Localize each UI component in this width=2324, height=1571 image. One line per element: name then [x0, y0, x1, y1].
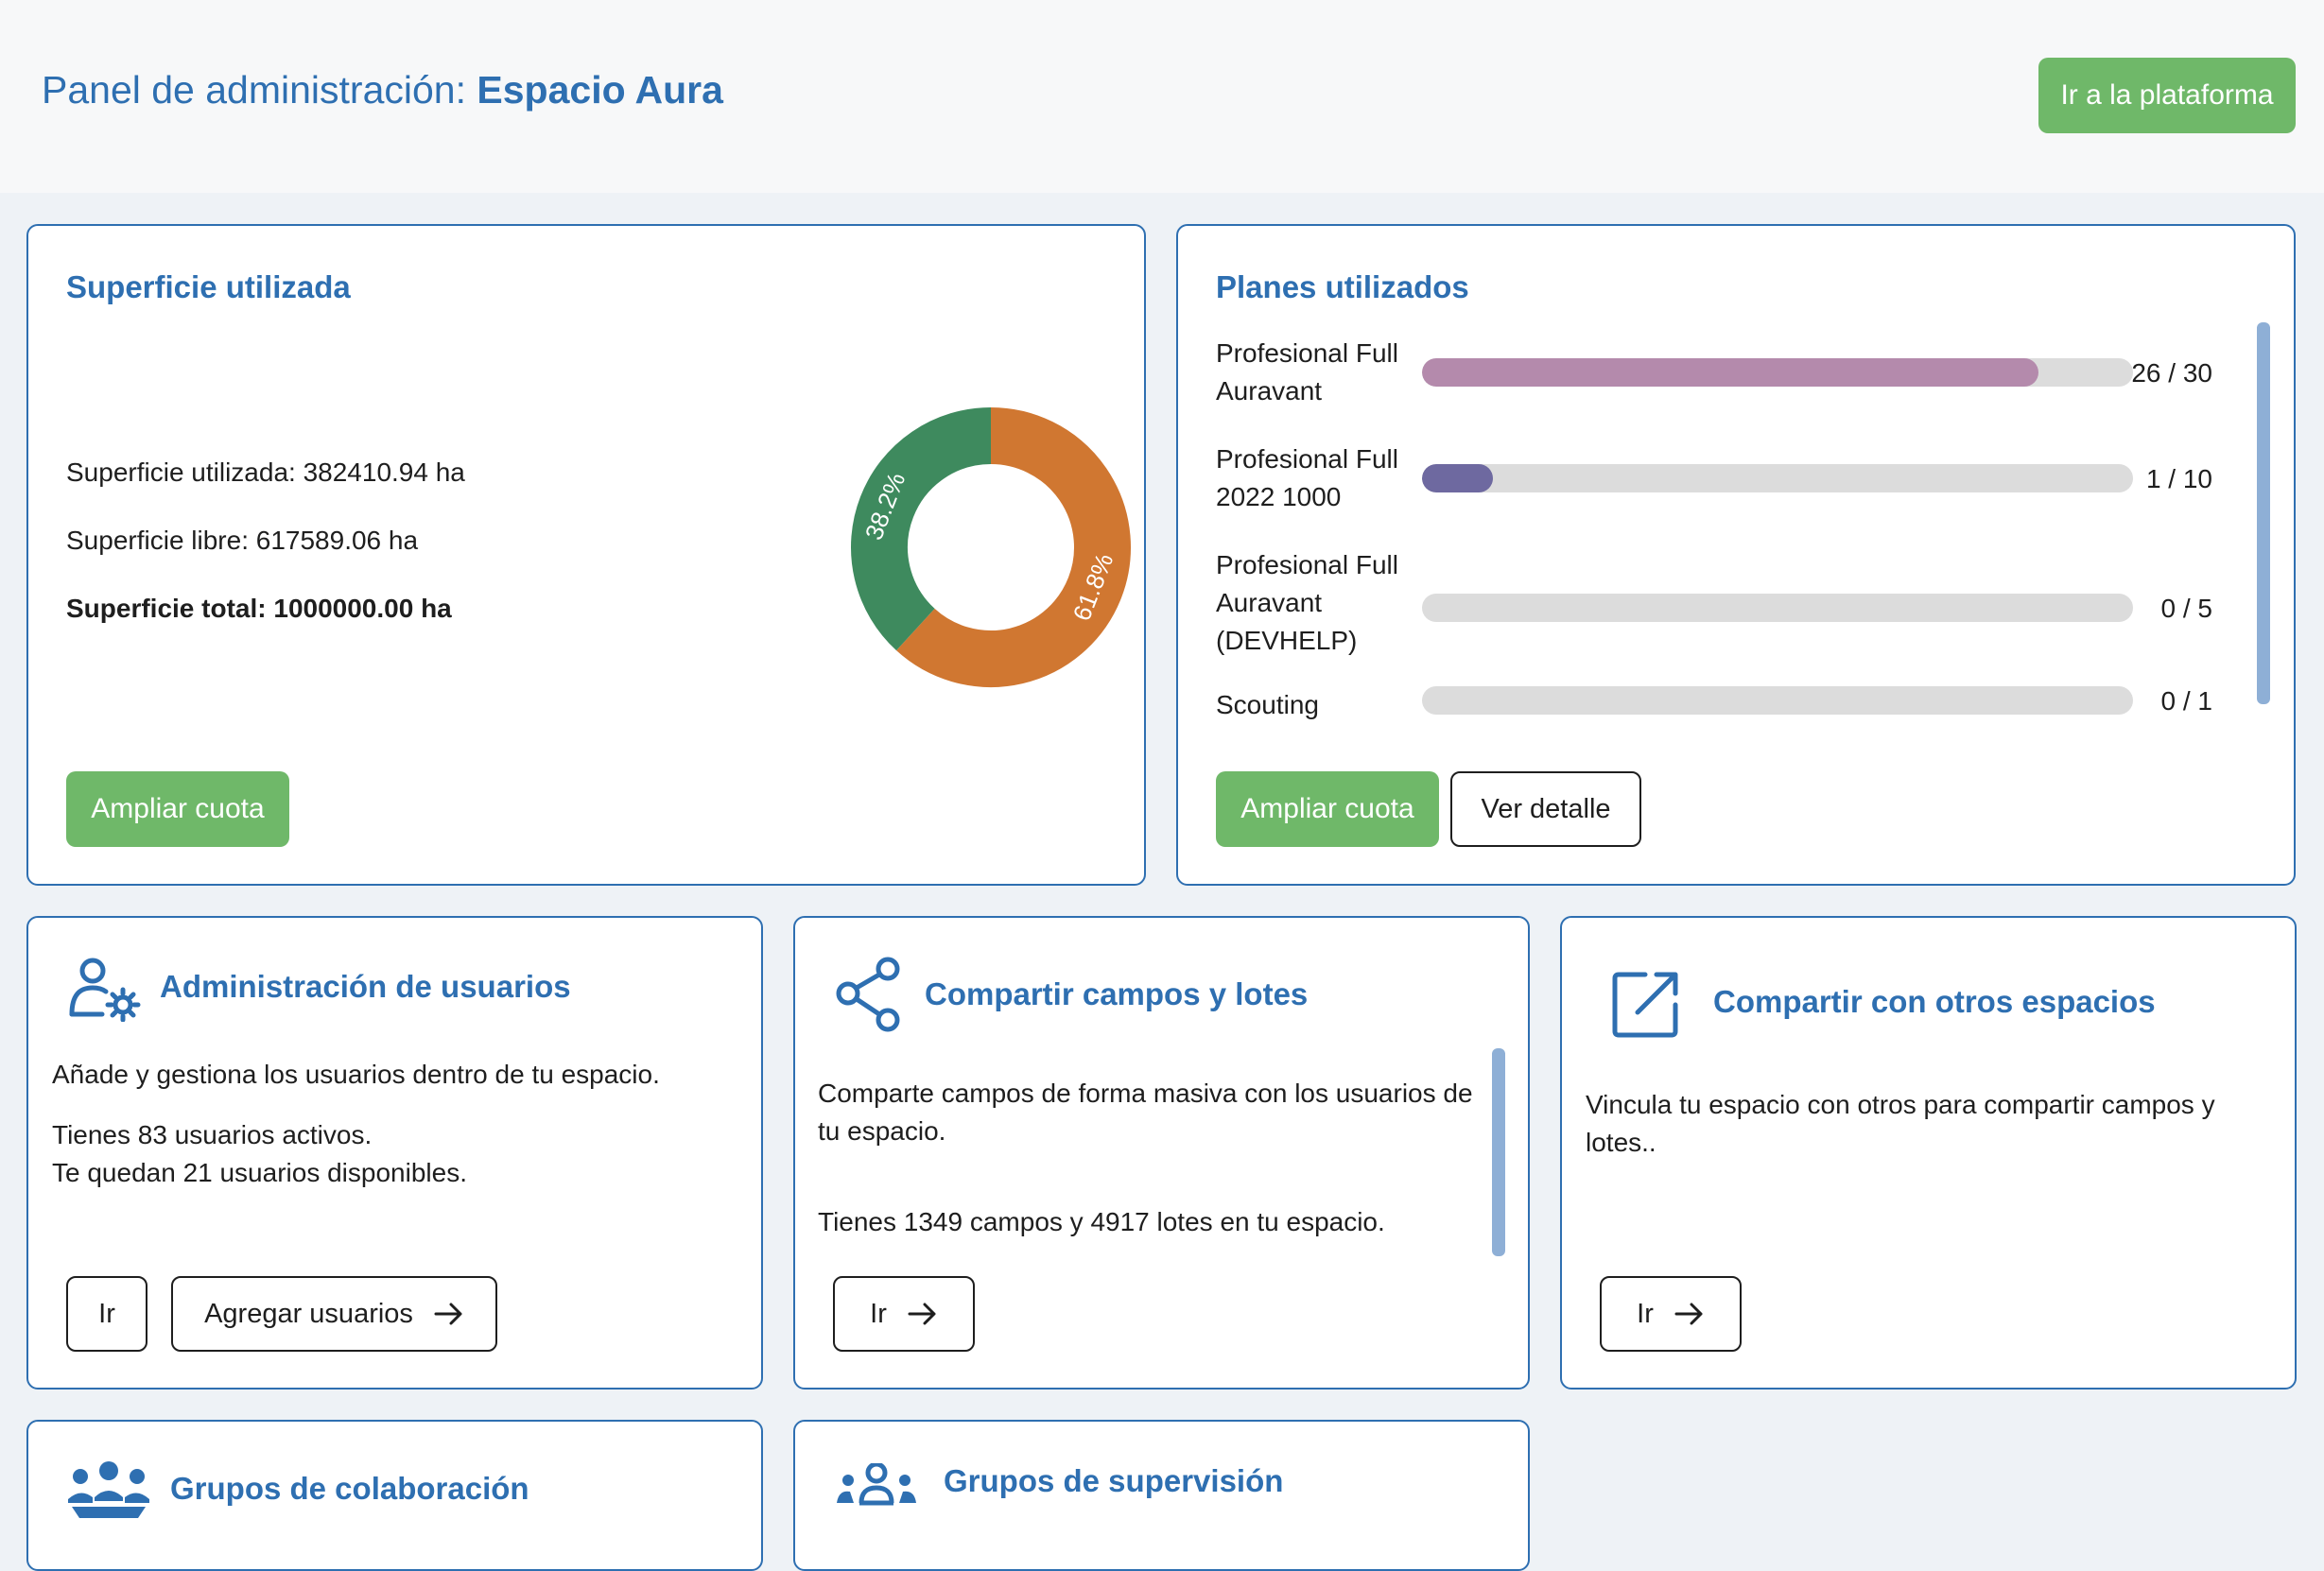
share-fields-stats: Tienes 1349 campos y 4917 lotes en tu es…: [818, 1207, 1385, 1236]
surface-used-text: Superficie utilizada: 382410.94 ha: [66, 457, 465, 487]
surface-used-slice: [851, 407, 992, 651]
plans-expand-quota-button[interactable]: Ampliar cuota: [1216, 771, 1439, 847]
plan-name: Profesional Full Auravant: [1216, 338, 1398, 406]
surface-expand-quota-button[interactable]: Ampliar cuota: [66, 771, 289, 847]
share-fields-go-button[interactable]: Ir: [833, 1276, 975, 1352]
plan-usage-bar: [1422, 686, 2133, 715]
space-name: Espacio Aura: [477, 68, 723, 112]
surface-card-title: Superficie utilizada: [66, 269, 351, 304]
users-active-text: Tienes 83 usuarios activos.: [52, 1120, 373, 1149]
supervision-groups-card: Grupos de supervisión: [793, 1420, 1530, 1571]
share-icon: [836, 957, 900, 1032]
add-users-button[interactable]: Agregar usuarios: [171, 1276, 497, 1352]
add-users-label: Agregar usuarios: [204, 1298, 413, 1329]
page-title: Panel de administración: Espacio Aura: [42, 68, 723, 112]
users-card: Administración de usuarios Añade y gesti…: [26, 916, 763, 1390]
plan-count: 26 / 30: [2131, 358, 2212, 388]
plans-scrollbar[interactable]: [2257, 322, 2270, 704]
supervision-group-icon: [837, 1463, 916, 1506]
share-spaces-go-label: Ir: [1637, 1298, 1654, 1329]
supervision-groups-title: Grupos de supervisión: [944, 1463, 1284, 1498]
plan-usage-fill: [1422, 464, 1494, 492]
share-spaces-card: Compartir con otros espacios Vincula tu …: [1560, 916, 2297, 1390]
plans-list: Profesional Full Auravant 26 / 30 Profesio…: [1216, 335, 2212, 722]
plan-count: 0 / 5: [2160, 594, 2212, 623]
surface-donut-chart: 61.8%38.2%: [851, 407, 1131, 687]
collab-groups-card: Grupos de colaboración: [26, 1420, 763, 1571]
team-icon: [68, 1461, 149, 1518]
arrow-right-icon: [908, 1303, 936, 1325]
share-spaces-go-button[interactable]: Ir: [1600, 1276, 1742, 1352]
share-fields-card-title: Compartir campos y lotes: [925, 976, 1309, 1011]
share-fields-card: Compartir campos y lotes Comparte campos…: [793, 916, 1530, 1390]
plan-count: 1 / 10: [2145, 464, 2212, 493]
share-spaces-description: Vincula tu espacio con otros para compar…: [1586, 1090, 2215, 1157]
arrow-right-icon: [434, 1303, 462, 1325]
plan-row: Profesional Full 2022 1000 1 / 10: [1216, 440, 2212, 554]
external-link-icon: [1612, 972, 1678, 1038]
collab-groups-title: Grupos de colaboración: [170, 1471, 529, 1506]
plan-usage-bar: [1422, 594, 2133, 622]
users-description: Añade y gestiona los usuarios dentro de …: [52, 1060, 660, 1089]
share-fields-description: Comparte campos de forma masiva con los …: [818, 1079, 1473, 1146]
share-spaces-card-title: Compartir con otros espacios: [1713, 984, 2156, 1019]
plan-row: Profesional Full Auravant (DEVHELP) 0 / 5: [1216, 546, 2212, 660]
page-header: Panel de administración: Espacio Aura Ir…: [0, 0, 2324, 193]
plan-row: Profesional Full Auravant 26 / 30: [1216, 335, 2212, 448]
share-fields-go-label: Ir: [870, 1298, 887, 1329]
go-to-platform-button[interactable]: Ir a la plataforma: [2038, 58, 2296, 133]
plan-usage-bar: [1422, 464, 2133, 492]
view-detail-button[interactable]: Ver detalle: [1450, 771, 1641, 847]
plan-count: 0 / 1: [2160, 686, 2212, 716]
share-fields-scrollbar[interactable]: [1492, 1048, 1505, 1256]
plans-card: Planes utilizados Profesional Full Aurav…: [1176, 224, 2296, 886]
surface-free-text: Superficie libre: 617589.06 ha: [66, 526, 419, 555]
plan-usage-bar: [1422, 358, 2133, 387]
user-settings-icon: [69, 958, 141, 1022]
plan-usage-fill: [1422, 358, 2038, 387]
arrow-right-icon: [1674, 1303, 1703, 1325]
plan-name: Profesional Full 2022 1000: [1216, 444, 1398, 511]
surface-total-text: Superficie total: 1000000.00 ha: [66, 594, 452, 623]
surface-card: Superficie utilizada Superficie utilizad…: [26, 224, 1146, 886]
plan-name: Profesional Full Auravant (DEVHELP): [1216, 550, 1398, 655]
plan-row: Scouting 0 / 1: [1216, 686, 2212, 722]
page-title-prefix: Panel de administración:: [42, 68, 466, 112]
plans-card-title: Planes utilizados: [1216, 269, 1469, 304]
users-go-button[interactable]: Ir: [66, 1276, 147, 1352]
users-available-text: Te quedan 21 usuarios disponibles.: [52, 1158, 467, 1187]
users-card-title: Administración de usuarios: [160, 969, 571, 1004]
plan-name: Scouting: [1216, 690, 1319, 719]
